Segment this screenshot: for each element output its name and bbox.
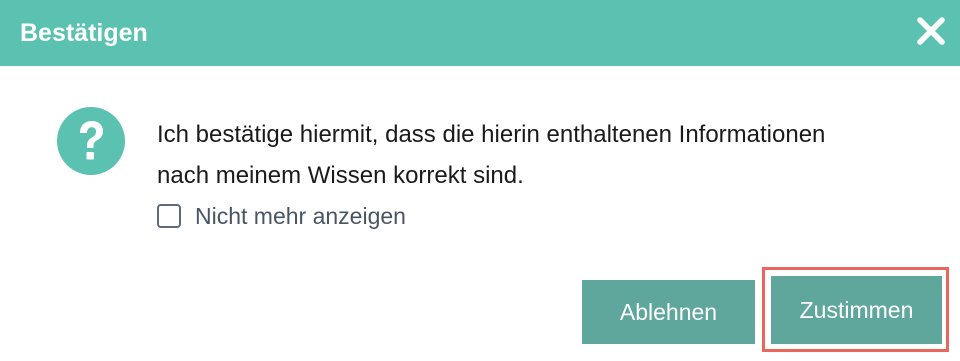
dialog-header: Bestätigen	[0, 0, 960, 66]
dont-show-again-label: Nicht mehr anzeigen	[195, 202, 406, 229]
confirmation-message: Ich bestätige hiermit, dass die hierin e…	[157, 114, 937, 196]
message-line-2: nach meinem Wissen korrekt sind.	[157, 162, 524, 189]
confirm-dialog: Bestätigen Ich bestätige hiermit, dass d…	[0, 0, 960, 361]
close-button[interactable]	[916, 16, 946, 46]
close-icon	[917, 17, 945, 45]
question-icon	[57, 107, 125, 175]
reject-button[interactable]: Ablehnen	[582, 280, 755, 344]
accept-button[interactable]: Zustimmen	[771, 276, 942, 344]
message-line-1: Ich bestätige hiermit, dass die hierin e…	[157, 121, 826, 148]
dont-show-again-checkbox[interactable]	[157, 204, 181, 228]
dont-show-again-option[interactable]: Nicht mehr anzeigen	[157, 200, 406, 232]
dialog-title: Bestätigen	[20, 19, 148, 47]
